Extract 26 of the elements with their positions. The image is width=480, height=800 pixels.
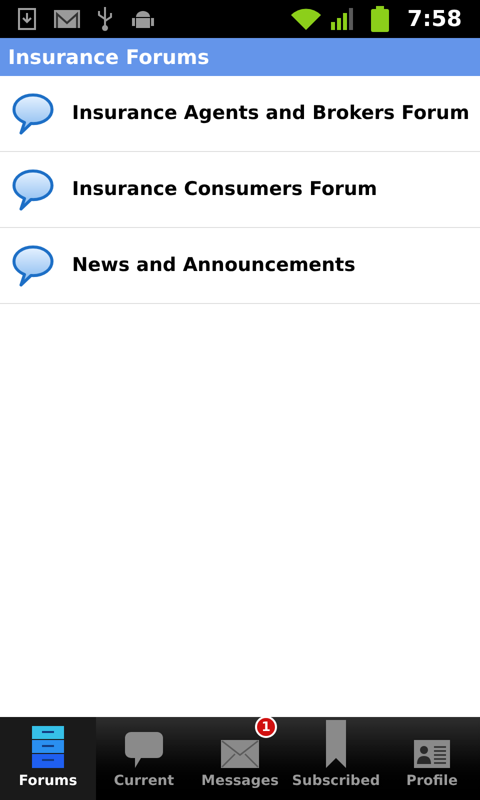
bookmark-icon — [326, 720, 346, 768]
file-cabinet-icon — [32, 726, 64, 768]
speech-bubble-icon — [11, 92, 55, 136]
tab[interactable]: Current — [96, 717, 192, 800]
clock-time: 7:58 — [407, 6, 462, 34]
usb-icon — [96, 7, 114, 31]
battery-icon — [371, 6, 390, 32]
speech-bubble-icon — [125, 732, 163, 768]
tab[interactable]: 1 Messages — [192, 717, 288, 800]
envelope-icon — [221, 740, 259, 768]
title-text: Insurance Forums — [8, 44, 210, 71]
mail-icon — [54, 10, 80, 28]
contact-card-icon — [414, 740, 450, 768]
speech-bubble-icon — [11, 168, 55, 212]
forum-list-item[interactable]: Insurance Consumers Forum — [0, 152, 480, 228]
notification-badge: 1 — [255, 716, 277, 738]
android-icon — [132, 8, 154, 30]
download-icon — [18, 8, 36, 30]
signal-icon — [331, 8, 356, 30]
speech-bubble-icon — [11, 244, 55, 288]
forum-list-item[interactable]: Insurance Agents and Brokers Forum — [0, 76, 480, 152]
tab[interactable]: Forums — [0, 717, 96, 800]
tab[interactable]: Profile — [384, 717, 480, 800]
tab[interactable]: Subscribed — [288, 717, 384, 800]
forum-list-item[interactable]: News and Announcements — [0, 228, 480, 304]
wifi-icon — [291, 8, 322, 30]
